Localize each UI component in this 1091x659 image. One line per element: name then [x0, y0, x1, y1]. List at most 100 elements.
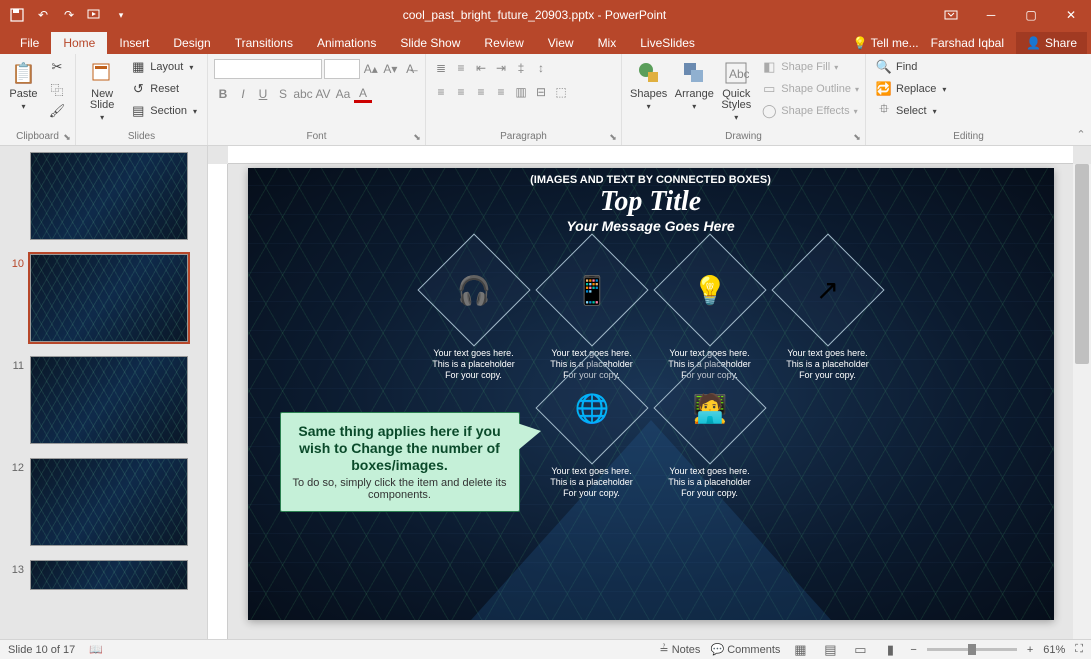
quick-styles-button[interactable]: Abc Quick Styles▾ — [719, 57, 753, 124]
text-direction-button[interactable]: ↕ — [532, 59, 550, 77]
thumbnail-11[interactable] — [30, 356, 188, 444]
diamond-2[interactable]: 📱 — [535, 233, 648, 346]
bullets-button[interactable]: ≣ — [432, 59, 450, 77]
format-painter-button[interactable]: 🖌 — [45, 101, 69, 121]
slide-subtitle-bottom[interactable]: Your Message Goes Here — [248, 218, 1054, 234]
user-name[interactable]: Farshad Iqbal — [923, 36, 1012, 50]
placeholder-4[interactable]: Your text goes here.This is a placeholde… — [773, 348, 883, 380]
tab-view[interactable]: View — [536, 32, 586, 54]
slide-title[interactable]: Top Title — [248, 186, 1054, 218]
decrease-indent-button[interactable]: ⇤ — [472, 59, 490, 77]
normal-view-icon[interactable]: ▦ — [790, 642, 810, 658]
columns-button[interactable]: ▥ — [512, 83, 530, 101]
replace-button[interactable]: 🔁Replace▾ — [872, 79, 1065, 99]
thumbnail-panel[interactable]: 10 11 12 13 — [0, 146, 208, 639]
diamond-1[interactable]: 🎧 — [417, 233, 530, 346]
bold-button[interactable]: B — [214, 85, 232, 103]
redo-icon[interactable]: ↷ — [58, 4, 80, 26]
save-icon[interactable] — [6, 4, 28, 26]
shadow-button[interactable]: abc — [294, 85, 312, 103]
justify-button[interactable]: ≡ — [492, 83, 510, 101]
thumbnail-13[interactable] — [30, 560, 188, 590]
cut-button[interactable]: ✂ — [45, 57, 69, 77]
placeholder-6[interactable]: Your text goes here.This is a placeholde… — [655, 466, 765, 498]
align-right-button[interactable]: ≡ — [472, 83, 490, 101]
tab-animations[interactable]: Animations — [305, 32, 388, 54]
italic-button[interactable]: I — [234, 85, 252, 103]
scrollbar-thumb[interactable] — [1075, 164, 1089, 364]
diamond-5[interactable]: 🌐 — [535, 351, 648, 464]
strike-button[interactable]: S — [274, 85, 292, 103]
sorter-view-icon[interactable]: ▤ — [820, 642, 840, 658]
zoom-handle[interactable] — [968, 644, 976, 655]
slide[interactable]: (IMAGES AND TEXT BY CONNECTED BOXES) Top… — [248, 168, 1054, 620]
spell-check-icon[interactable]: 📖 — [89, 643, 103, 656]
comments-button[interactable]: 💬 Comments — [710, 643, 780, 656]
font-size-combo[interactable] — [324, 59, 360, 79]
slide-indicator[interactable]: Slide 10 of 17 — [8, 644, 75, 656]
increase-indent-button[interactable]: ⇥ — [492, 59, 510, 77]
new-slide-button[interactable]: New Slide ▾ — [82, 57, 122, 124]
shape-fill-button[interactable]: ◧Shape Fill▾ — [757, 57, 863, 77]
spacing-button[interactable]: AV — [314, 85, 332, 103]
align-center-button[interactable]: ≡ — [452, 83, 470, 101]
share-button[interactable]: 👤 Share — [1016, 32, 1087, 54]
zoom-out-button[interactable]: − — [910, 644, 916, 656]
arrange-button[interactable]: Arrange▾ — [673, 57, 715, 113]
smartart-button[interactable]: ⬚ — [552, 83, 570, 101]
horizontal-ruler[interactable] — [228, 146, 1073, 164]
reset-button[interactable]: ↺Reset — [126, 79, 201, 99]
ribbon-options-icon[interactable] — [931, 0, 971, 30]
slideshow-view-icon[interactable]: ▮ — [880, 642, 900, 658]
case-button[interactable]: Aa — [334, 85, 352, 103]
underline-button[interactable]: U — [254, 85, 272, 103]
vertical-scrollbar[interactable] — [1073, 164, 1091, 639]
thumbnail-9[interactable] — [30, 152, 188, 240]
select-button[interactable]: ⯐Select▾ — [872, 101, 1065, 121]
slide-subtitle-top[interactable]: (IMAGES AND TEXT BY CONNECTED BOXES) — [248, 174, 1054, 186]
maximize-icon[interactable]: ▢ — [1011, 0, 1051, 30]
reading-view-icon[interactable]: ▭ — [850, 642, 870, 658]
zoom-in-button[interactable]: + — [1027, 644, 1033, 656]
tab-insert[interactable]: Insert — [107, 32, 161, 54]
layout-button[interactable]: ▦Layout▾ — [126, 57, 201, 77]
font-color-button[interactable]: A — [354, 85, 372, 103]
vertical-ruler[interactable] — [208, 164, 228, 639]
close-icon[interactable]: ✕ — [1051, 0, 1091, 30]
fit-to-window-icon[interactable]: ⛶ — [1075, 643, 1083, 656]
zoom-slider[interactable] — [927, 648, 1017, 651]
tab-file[interactable]: File — [8, 32, 51, 54]
tab-design[interactable]: Design — [161, 32, 222, 54]
line-spacing-button[interactable]: ‡ — [512, 59, 530, 77]
tab-liveslides[interactable]: LiveSlides — [628, 32, 707, 54]
font-launcher[interactable]: ⬊ — [411, 131, 423, 143]
thumbnail-12[interactable] — [30, 458, 188, 546]
notes-button[interactable]: ≟ Notes — [659, 643, 700, 656]
tab-mix[interactable]: Mix — [586, 32, 629, 54]
drawing-launcher[interactable]: ⬊ — [851, 131, 863, 143]
decrease-font-icon[interactable]: A▾ — [382, 60, 400, 78]
copy-button[interactable]: ⿻ — [45, 79, 69, 99]
tab-home[interactable]: Home — [51, 32, 107, 54]
thumbnail-10[interactable] — [30, 254, 188, 342]
shapes-button[interactable]: Shapes▾ — [628, 57, 669, 113]
paste-button[interactable]: 📋 Paste ▾ — [6, 57, 41, 113]
placeholder-1[interactable]: Your text goes here.This is a placeholde… — [419, 348, 529, 380]
shape-outline-button[interactable]: ▭Shape Outline▾ — [757, 79, 863, 99]
undo-icon[interactable]: ↶ — [32, 4, 54, 26]
clipboard-launcher[interactable]: ⬊ — [61, 131, 73, 143]
diamond-3[interactable]: 💡 — [653, 233, 766, 346]
callout-box[interactable]: Same thing applies here if you wish to C… — [280, 412, 520, 512]
minimize-icon[interactable]: ─ — [971, 0, 1011, 30]
align-text-button[interactable]: ⊟ — [532, 83, 550, 101]
placeholder-5[interactable]: Your text goes here.This is a placeholde… — [537, 466, 647, 498]
find-button[interactable]: 🔍Find — [872, 57, 1065, 77]
clear-format-icon[interactable]: A̶ — [401, 60, 419, 78]
start-from-beginning-icon[interactable] — [84, 4, 106, 26]
qa-customize-icon[interactable]: ▾ — [110, 4, 132, 26]
tell-me[interactable]: 💡 Tell me... — [853, 36, 919, 50]
zoom-level[interactable]: 61% — [1043, 644, 1065, 656]
diamond-6[interactable]: 🧑‍💻 — [653, 351, 766, 464]
font-family-combo[interactable] — [214, 59, 322, 79]
numbering-button[interactable]: ≡ — [452, 59, 470, 77]
